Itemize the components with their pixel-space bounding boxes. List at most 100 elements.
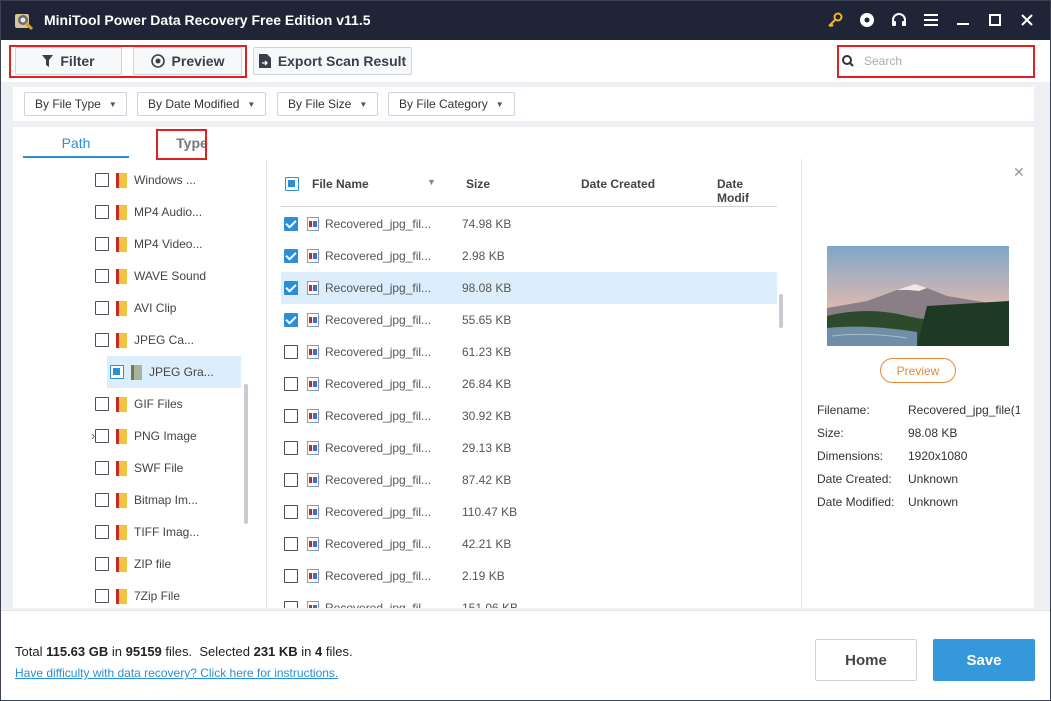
tree-item[interactable]: PNG Image [95,420,255,452]
preview-toolbar-button[interactable]: Preview [133,47,242,75]
file-row[interactable]: Recovered_jpg_fil... 2.19 KB [281,560,777,592]
file-row-checkbox[interactable] [284,217,298,231]
tree-item-label: JPEG Gra... [149,365,214,379]
file-row-checkbox[interactable] [284,249,298,263]
tree-item[interactable]: WAVE Sound [95,260,255,292]
file-size: 98.08 KB [462,281,512,295]
tree-item-checkbox[interactable] [95,493,109,507]
column-date-modified[interactable]: Date Modif [717,177,777,205]
tab-type[interactable]: Type [167,135,217,151]
save-button[interactable]: Save [933,639,1035,681]
file-row-checkbox[interactable] [284,537,298,551]
file-row-checkbox[interactable] [284,313,298,327]
file-row-checkbox[interactable] [284,281,298,295]
column-size[interactable]: Size [466,177,490,191]
help-link[interactable]: Have difficulty with data recovery? Clic… [15,666,338,680]
preview-button[interactable]: Preview [880,358,956,383]
file-row[interactable]: Recovered_jpg_fil... 74.98 KB [281,208,777,240]
file-row-checkbox[interactable] [284,345,298,359]
close-icon[interactable] [1011,0,1043,40]
tree-item-checkbox[interactable] [95,429,109,443]
column-file-name[interactable]: File Name [312,177,369,191]
tree-item-checkbox[interactable] [95,525,109,539]
tree-item-checkbox[interactable] [95,461,109,475]
file-row[interactable]: Recovered_jpg_fil... 2.98 KB [281,240,777,272]
tree-item[interactable]: ZIP file [95,548,255,580]
tree-item-checkbox[interactable] [95,269,109,283]
tree-item[interactable]: MP4 Audio... [95,196,255,228]
tree-item-checkbox[interactable] [95,557,109,571]
file-row[interactable]: Recovered_jpg_fil... 110.47 KB [281,496,777,528]
file-row[interactable]: Recovered_jpg_fil... 42.21 KB [281,528,777,560]
select-all-checkbox[interactable] [285,177,299,191]
minimize-icon[interactable] [947,0,979,40]
file-row-checkbox[interactable] [284,441,298,455]
tree-item-checkbox[interactable] [95,301,109,315]
tree-item[interactable]: JPEG Gra... [107,356,241,388]
file-row-checkbox[interactable] [284,601,298,608]
filter-bar: By File Type ▼ By Date Modified ▼ By File … [13,87,1034,121]
by-file-category-dropdown[interactable]: By File Category ▼ [388,92,515,116]
tree-item-label: AVI Clip [134,301,177,315]
file-name: Recovered_jpg_fil... [325,281,432,295]
file-name: Recovered_jpg_fil... [325,249,432,263]
tree-item[interactable]: Bitmap Im... [95,484,255,516]
tree-item-checkbox[interactable] [110,365,124,379]
sort-desc-icon[interactable]: ▼ [427,177,436,187]
file-row[interactable]: Recovered_jpg_fil... 151.06 KB [281,592,777,608]
tab-path[interactable]: Path [23,135,129,151]
column-date-created[interactable]: Date Created [581,177,655,191]
tree-item[interactable]: SWF File [95,452,255,484]
file-row[interactable]: Recovered_jpg_fil... 98.08 KB [281,272,777,304]
by-date-modified-dropdown[interactable]: By Date Modified ▼ [137,92,266,116]
main-panel: Path Type Windows ... MP4 Audio... MP4 Vid… [13,127,1034,608]
home-button[interactable]: Home [815,639,917,681]
file-size: 42.21 KB [462,537,512,551]
tree-item[interactable]: JPEG Ca... [95,324,255,356]
tree-item-label: Bitmap Im... [134,493,199,507]
filter-button[interactable]: Filter [15,47,122,75]
tree-item[interactable]: MP4 Video... [95,228,255,260]
tree-item[interactable]: 7Zip File [95,580,255,608]
key-icon[interactable] [819,0,851,40]
tree-item-label: TIFF Imag... [134,525,200,539]
tree-item[interactable]: GIF Files [95,388,255,420]
file-row-checkbox[interactable] [284,409,298,423]
property-label: Size: [817,426,844,440]
tree-item-checkbox[interactable] [95,173,109,187]
tree-item-checkbox[interactable] [95,237,109,251]
headset-icon[interactable] [883,0,915,40]
jpg-file-icon [307,473,319,487]
file-row-checkbox[interactable] [284,569,298,583]
disc-icon[interactable] [851,0,883,40]
by-file-type-dropdown[interactable]: By File Type ▼ [24,92,127,116]
file-row[interactable]: Recovered_jpg_fil... 26.84 KB [281,368,777,400]
file-row-checkbox[interactable] [284,377,298,391]
file-list-header: File Name ▼ Size Date Created Date Modif [281,169,777,207]
file-row-checkbox[interactable] [284,505,298,519]
jpg-file-icon [307,601,319,608]
tree-item[interactable]: TIFF Imag... [95,516,255,548]
file-row[interactable]: Recovered_jpg_fil... 29.13 KB [281,432,777,464]
tree-item-checkbox[interactable] [95,397,109,411]
file-row[interactable]: Recovered_jpg_fil... 87.42 KB [281,464,777,496]
tree-item-checkbox[interactable] [95,333,109,347]
file-row[interactable]: Recovered_jpg_fil... 55.65 KB [281,304,777,336]
tree-item[interactable]: AVI Clip [95,292,255,324]
file-row-checkbox[interactable] [284,473,298,487]
jpg-file-icon [307,281,319,295]
by-file-size-dropdown[interactable]: By File Size ▼ [277,92,378,116]
tree-item-checkbox[interactable] [95,205,109,219]
tree-item[interactable]: Windows ... [95,164,255,196]
tree-scrollbar[interactable] [244,384,248,524]
file-row[interactable]: Recovered_jpg_fil... 61.23 KB [281,336,777,368]
file-list-scrollbar[interactable] [779,294,783,328]
file-row[interactable]: Recovered_jpg_fil... 30.92 KB [281,400,777,432]
tree-item-checkbox[interactable] [95,589,109,603]
export-scan-result-button[interactable]: Export Scan Result [253,47,412,75]
menu-icon[interactable] [915,0,947,40]
close-preview-icon[interactable]: ✕ [1013,164,1025,181]
search-field[interactable] [842,49,1030,73]
search-input[interactable] [864,54,1014,68]
maximize-icon[interactable] [979,0,1011,40]
